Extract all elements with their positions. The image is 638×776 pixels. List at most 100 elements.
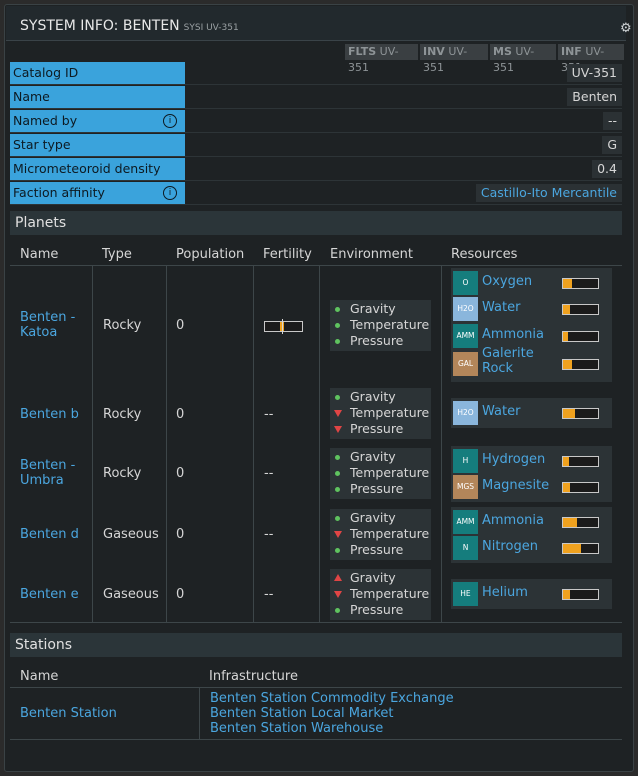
env-label: Gravity	[350, 570, 396, 585]
env-label: Pressure	[350, 542, 404, 557]
planet-name-link[interactable]: Benten d	[20, 527, 79, 542]
shortcut-bar: FLTS UV-351 INV UV-351 MS UV-351 INF UV-…	[0, 44, 630, 74]
col-fertility[interactable]: Fertility	[263, 247, 312, 262]
environment-box: Gravity Temperature Pressure	[330, 509, 431, 560]
environment-box: Gravity Temperature Pressure	[330, 300, 431, 351]
station-name-link[interactable]: Benten Station	[20, 706, 117, 721]
env-label: Pressure	[350, 333, 404, 348]
info-row-named-by: Named by i --	[10, 110, 622, 133]
env-label: Pressure	[350, 602, 404, 617]
info-label: Catalog ID	[10, 62, 185, 84]
status-ok-icon	[335, 516, 340, 521]
resource-name[interactable]: Water	[482, 404, 520, 419]
env-label: Gravity	[350, 301, 396, 316]
window-subtitle: SYSI UV-351	[183, 23, 239, 33]
info-row-name: Name Benten	[10, 86, 622, 109]
info-icon[interactable]: i	[163, 186, 177, 200]
planet-type: Rocky	[103, 318, 142, 333]
resource-bar	[562, 482, 599, 493]
info-label: Faction affinity	[13, 185, 105, 200]
resources-box: H Hydrogen MGS Magnesite	[451, 446, 612, 502]
fertility-bar	[264, 319, 303, 334]
env-pressure: Pressure	[330, 421, 431, 437]
planet-population: 0	[176, 407, 185, 422]
infrastructure-link[interactable]: Benten Station Local Market	[210, 706, 394, 721]
info-label-wrap: Named by i	[10, 110, 185, 132]
resource-fill	[563, 518, 577, 527]
shortcut-ms[interactable]: MS UV-351	[490, 44, 556, 74]
resource-bar	[562, 408, 599, 419]
env-gravity: Gravity	[330, 510, 431, 526]
material-icon: O	[453, 271, 478, 295]
infrastructure-link[interactable]: Benten Station Commodity Exchange	[210, 691, 454, 706]
status-ok-icon	[335, 471, 340, 476]
planet-fertility: --	[264, 466, 274, 481]
env-pressure: Pressure	[330, 602, 431, 618]
resource-name[interactable]: Helium	[482, 585, 528, 600]
planet-type: Gaseous	[103, 527, 159, 542]
info-icon[interactable]: i	[163, 114, 177, 128]
col-infrastructure[interactable]: Infrastructure	[209, 669, 298, 684]
resources-box: HE Helium	[451, 579, 612, 609]
resource-bar	[562, 278, 599, 289]
resource-name[interactable]: Galerite Rock	[482, 346, 554, 376]
col-station-name[interactable]: Name	[20, 669, 58, 684]
shortcut-flts[interactable]: FLTS UV-351	[345, 44, 418, 74]
planet-name-link[interactable]: Benten e	[20, 587, 79, 602]
material-icon: H2O	[453, 297, 478, 321]
col-type[interactable]: Type	[102, 247, 132, 262]
env-label: Gravity	[350, 389, 396, 404]
shortcut-inf[interactable]: INF UV-351	[558, 44, 624, 74]
resource-name[interactable]: Magnesite	[482, 478, 549, 493]
col-environment[interactable]: Environment	[330, 247, 413, 262]
env-pressure: Pressure	[330, 542, 431, 558]
resource-fill	[563, 360, 572, 369]
resource-name[interactable]: Hydrogen	[482, 452, 545, 467]
divider	[10, 622, 622, 623]
col-population[interactable]: Population	[176, 247, 244, 262]
planet-name-link[interactable]: Benten - Katoa	[20, 310, 90, 340]
info-value: Benten	[567, 88, 622, 106]
status-ok-icon	[335, 339, 340, 344]
resource-bar	[562, 517, 599, 528]
resource-name[interactable]: Ammonia	[482, 513, 544, 528]
resource-bar	[562, 359, 599, 370]
col-resources[interactable]: Resources	[451, 247, 517, 262]
planet-type: Gaseous	[103, 587, 159, 602]
env-label: Pressure	[350, 421, 404, 436]
material-icon: GAL	[453, 352, 478, 376]
faction-link[interactable]: Castillo-Ito Mercantile	[475, 184, 622, 202]
resource-name[interactable]: Water	[482, 300, 520, 315]
resource-fill	[563, 590, 570, 599]
resource-name[interactable]: Ammonia	[482, 327, 544, 342]
status-ok-icon	[335, 487, 340, 492]
window-title-text: SYSTEM INFO: BENTEN	[20, 18, 180, 34]
environment-box: Gravity Temperature Pressure	[330, 448, 431, 499]
info-value: UV-351	[566, 64, 622, 82]
shortcut-inv[interactable]: INV UV-351	[420, 44, 488, 74]
info-value: G	[602, 136, 622, 154]
material-icon: N	[453, 536, 478, 560]
divider	[166, 266, 167, 622]
planets-heading: Planets	[10, 211, 622, 235]
planet-type: Rocky	[103, 407, 142, 422]
env-label: Temperature	[350, 317, 430, 332]
gear-icon[interactable]: ⚙	[620, 21, 632, 36]
divider	[253, 266, 254, 622]
planet-fertility: --	[264, 407, 274, 422]
planet-name-link[interactable]: Benten - Umbra	[20, 458, 90, 488]
infrastructure-link[interactable]: Benten Station Warehouse	[210, 721, 383, 736]
resource-bar	[562, 456, 599, 467]
col-name[interactable]: Name	[20, 247, 58, 262]
status-low-icon	[334, 591, 342, 598]
resource-name[interactable]: Oxygen	[482, 274, 532, 289]
resource-name[interactable]: Nitrogen	[482, 539, 538, 554]
planet-name-link[interactable]: Benten b	[20, 407, 79, 422]
shortcut-code: MS	[493, 45, 512, 58]
status-ok-icon	[335, 323, 340, 328]
shortcut-code: INV	[423, 45, 445, 58]
env-temperature: Temperature	[330, 465, 431, 481]
env-label: Gravity	[350, 449, 396, 464]
environment-box: Gravity Temperature Pressure	[330, 388, 431, 439]
env-label: Gravity	[350, 510, 396, 525]
